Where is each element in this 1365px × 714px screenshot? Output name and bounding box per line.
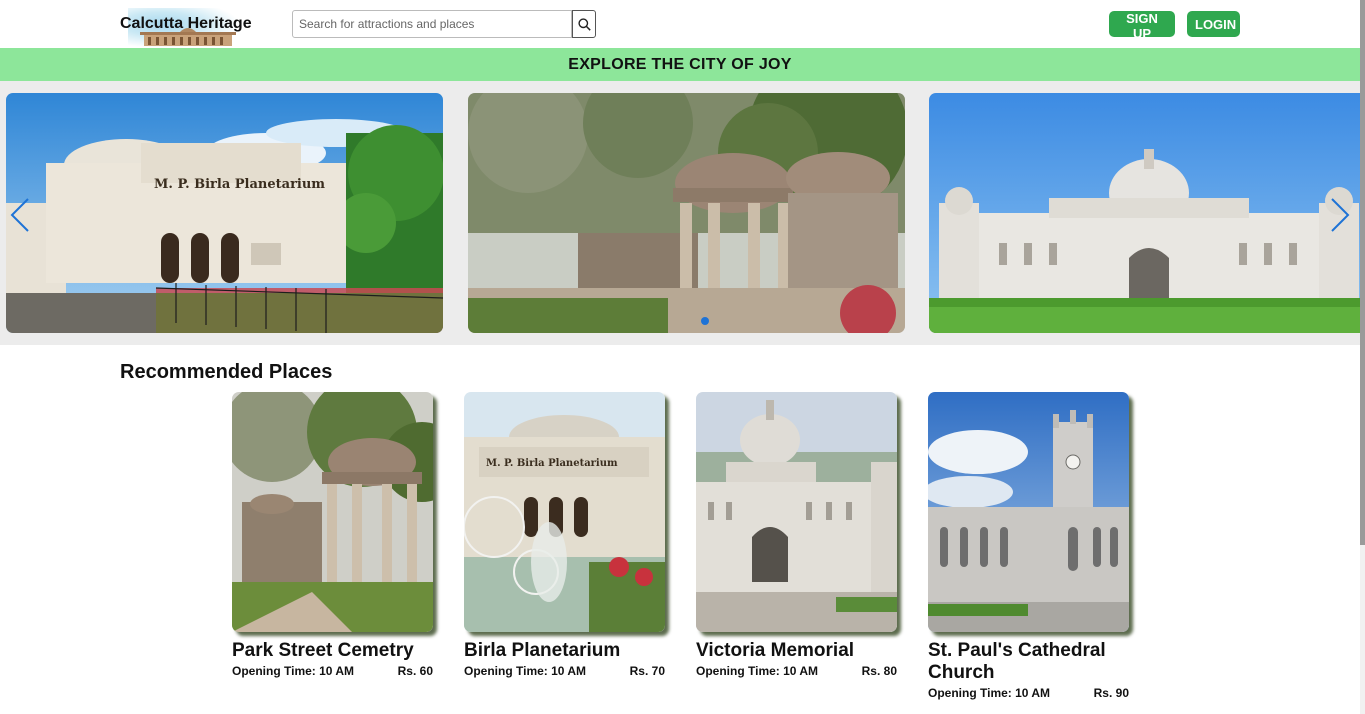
opening-time: Opening Time: 10 AM — [464, 664, 587, 678]
price: Rs. 80 — [861, 664, 897, 678]
section-title: Recommended Places — [120, 361, 333, 383]
carousel-slide-planetarium[interactable]: M. P. Birla Planetarium — [6, 93, 443, 333]
site-logo[interactable]: Calcutta Heritage — [120, 6, 252, 48]
opening-time: Opening Time: 10 AM — [232, 664, 355, 678]
carousel-slide-cemetery[interactable] — [468, 93, 905, 333]
place-card-birla-planetarium[interactable]: M. P. Birla Planetarium Birla Planetariu… — [464, 392, 665, 678]
search-button[interactable] — [572, 10, 596, 38]
explore-banner: EXPLORE THE CITY OF JOY — [0, 48, 1360, 81]
login-button[interactable]: LOGIN — [1187, 11, 1240, 37]
planetarium-sign-text: M. P. Birla Planetarium — [154, 177, 325, 192]
carousel-indicator-dot[interactable] — [701, 317, 709, 325]
place-card-st-pauls-cathedral[interactable]: St. Paul's Cathedral Church Opening Time… — [928, 392, 1129, 700]
price: Rs. 70 — [629, 664, 665, 678]
victoria-memorial-image — [696, 392, 897, 632]
park-street-cemetery-image — [232, 392, 433, 632]
st-pauls-cathedral-image — [928, 392, 1129, 632]
carousel-slide-victoria[interactable] — [929, 93, 1360, 333]
place-name[interactable]: Victoria Memorial — [696, 640, 897, 662]
opening-time: Opening Time: 10 AM — [696, 664, 819, 678]
top-header: Calcutta Heritage SIGN UP LOGIN — [0, 0, 1365, 48]
image-carousel: M. P. Birla Planetarium — [0, 81, 1360, 345]
planetarium-sign-text: M. P. Birla Planetarium — [486, 458, 618, 469]
search-icon — [577, 17, 591, 31]
search-bar — [292, 10, 596, 38]
page-scrollbar[interactable] — [1360, 0, 1365, 714]
search-input[interactable] — [292, 10, 572, 38]
place-name[interactable]: Birla Planetarium — [464, 640, 665, 662]
victoria-memorial-image — [929, 93, 1360, 333]
signup-button[interactable]: SIGN UP — [1109, 11, 1175, 41]
place-name[interactable]: Park Street Cemetry — [232, 640, 433, 662]
price: Rs. 60 — [397, 664, 433, 678]
scrollbar-thumb[interactable] — [1360, 0, 1365, 545]
opening-time: Opening Time: 10 AM — [928, 686, 1051, 700]
birla-planetarium-image: M. P. Birla Planetarium — [6, 93, 443, 333]
carousel-prev-chevron-left-icon[interactable] — [8, 195, 32, 235]
price: Rs. 90 — [1093, 686, 1129, 700]
carousel-next-chevron-right-icon[interactable] — [1328, 195, 1352, 235]
place-name[interactable]: St. Paul's Cathedral Church — [928, 640, 1129, 684]
place-card-park-street[interactable]: Park Street Cemetry Opening Time: 10 AM … — [232, 392, 433, 678]
logo-text: Calcutta Heritage — [120, 15, 252, 32]
park-street-cemetery-image — [468, 93, 905, 333]
place-card-victoria-memorial[interactable]: Victoria Memorial Opening Time: 10 AM Rs… — [696, 392, 897, 678]
birla-planetarium-image: M. P. Birla Planetarium — [464, 392, 665, 632]
banner-text: EXPLORE THE CITY OF JOY — [568, 55, 792, 73]
